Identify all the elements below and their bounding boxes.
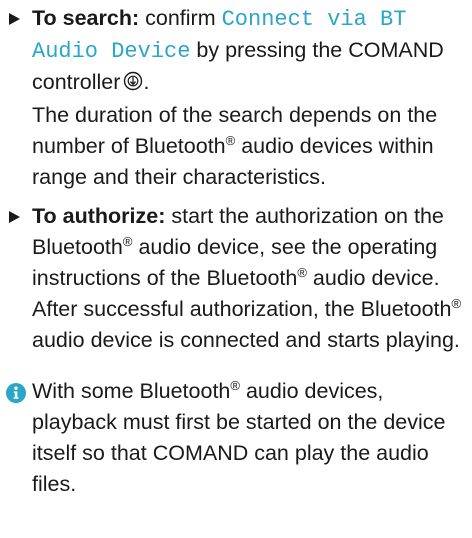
step-search: To search: confirm Connect via BT Audio … <box>6 3 466 193</box>
step-arrow-icon <box>9 13 20 25</box>
step-authorize-followup: After successful authorization, the Blue… <box>32 294 466 356</box>
followup-text-b: audio device is connected and starts pla… <box>32 328 460 352</box>
followup-text-a: After successful authorization, the Blue… <box>32 297 452 321</box>
registered-mark: ® <box>230 378 240 393</box>
step-authorize: To authorize: start the authorization on… <box>6 201 466 356</box>
controller-press-icon <box>123 69 143 100</box>
note-text-a: With some Bluetooth <box>32 379 231 403</box>
authorize-text-c: audio device. <box>312 266 440 290</box>
info-note: With some Bluetooth® audio devices, play… <box>6 376 466 500</box>
step-search-end: . <box>143 70 150 94</box>
step-authorize-label: To authorize: <box>32 204 166 228</box>
registered-mark: ® <box>122 234 133 249</box>
step-authorize-text: To authorize: start the authorization on… <box>32 201 466 294</box>
info-note-text: With some Bluetooth® audio devices, play… <box>32 376 466 500</box>
step-search-label: To search: <box>32 6 140 30</box>
info-icon <box>6 381 26 403</box>
registered-mark: ® <box>297 265 307 280</box>
step-search-followup: The duration of the search depends on th… <box>32 100 466 193</box>
registered-mark: ® <box>225 133 236 148</box>
step-search-intro: confirm <box>145 6 216 30</box>
step-arrow-icon <box>9 211 20 223</box>
step-search-text: To search: confirm Connect via BT Audio … <box>32 3 466 100</box>
registered-mark: ® <box>451 296 462 311</box>
manual-page: To search: confirm Connect via BT Audio … <box>0 0 472 538</box>
